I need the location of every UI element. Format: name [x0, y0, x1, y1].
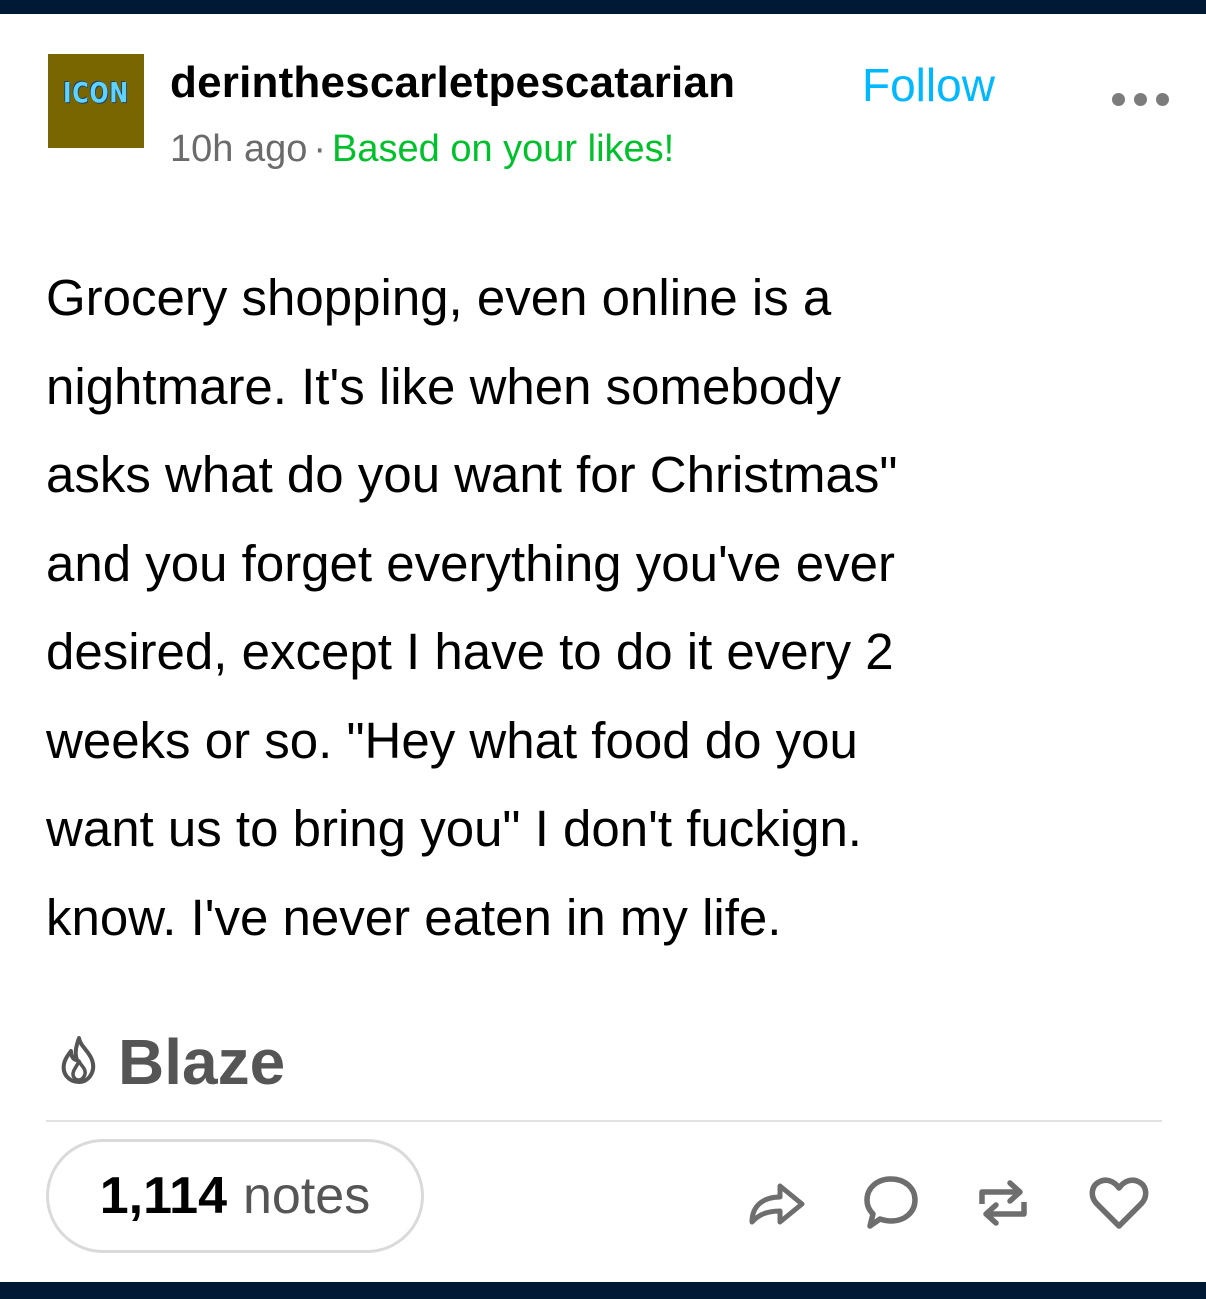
post-body-line: desired, except I have to do it every 2: [46, 623, 894, 680]
post-body-line: and you forget everything you've ever: [46, 534, 895, 592]
footer-divider: [46, 1120, 1162, 1122]
post-body-line: know. I've never eaten in my life.: [46, 888, 782, 946]
like-icon[interactable]: [1086, 1170, 1152, 1236]
avatar[interactable]: ICON: [48, 54, 144, 148]
avatar-text: ICON: [63, 76, 129, 109]
post-body-line: asks what do you want for Christmas": [46, 446, 898, 503]
post-body-line: want us to bring you" I don't fuckign.: [46, 800, 862, 857]
share-icon[interactable]: [744, 1170, 810, 1236]
flame-icon: [56, 1035, 102, 1090]
blaze-label: Blaze: [118, 1026, 286, 1098]
post-body-line: nightmare. It's like when somebody: [46, 357, 841, 415]
reply-icon[interactable]: [858, 1170, 924, 1236]
post-body-line: Grocery shopping, even online is a: [46, 269, 832, 326]
notes-button[interactable]: 1,114 notes: [46, 1139, 424, 1253]
post-body: Grocery shopping, even online is a night…: [46, 254, 1166, 962]
notes-count: 1,114: [99, 1167, 228, 1225]
post-meta: 10h ago · Based on your likes!: [170, 128, 674, 171]
notes-label: notes: [243, 1167, 371, 1225]
reblog-icon[interactable]: [970, 1170, 1036, 1236]
follow-button[interactable]: Follow: [862, 58, 995, 112]
post-body-line: weeks or so. "Hey what food do you: [46, 711, 858, 769]
timestamp: 10h ago: [170, 128, 308, 170]
recommendation-reason: Based on your likes!: [332, 128, 675, 170]
more-options-icon[interactable]: [1112, 88, 1170, 108]
blaze-button[interactable]: Blaze: [56, 1026, 285, 1098]
username-link[interactable]: derinthescarletpescatarian: [170, 58, 735, 108]
meta-separator: ·: [313, 128, 327, 170]
post-card: ICON derinthescarletpescatarian Follow 1…: [0, 14, 1206, 1282]
